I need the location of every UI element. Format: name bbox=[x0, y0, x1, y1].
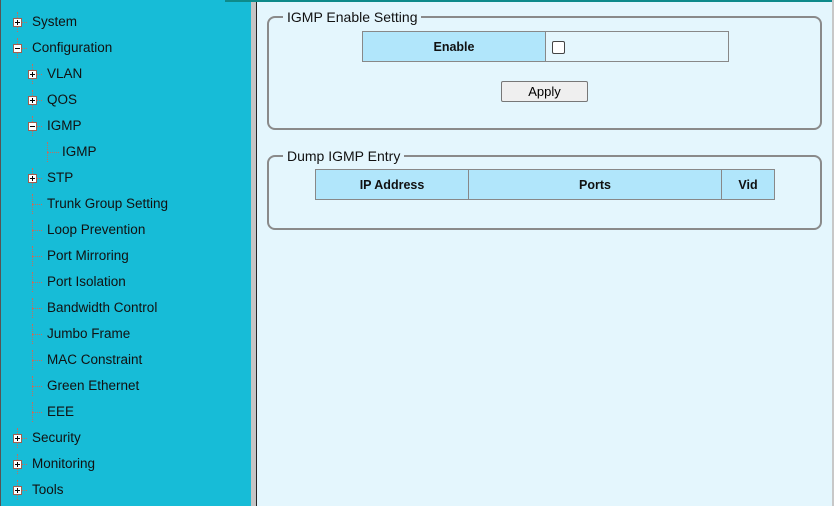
expand-icon[interactable] bbox=[13, 18, 22, 27]
enable-table: Enable bbox=[362, 31, 729, 62]
sidebar-item-label: Configuration bbox=[32, 40, 113, 55]
sidebar-item-label: Green Ethernet bbox=[47, 378, 140, 393]
sidebar-item-label: Bandwidth Control bbox=[47, 300, 158, 315]
sidebar-item-configuration[interactable]: Configuration bbox=[1, 35, 251, 61]
sidebar-item-qos[interactable]: QOS bbox=[1, 87, 251, 113]
sidebar-tree: System Configuration VLAN QOS IGMP IGMP STP Tru… bbox=[0, 0, 251, 506]
enable-label: Enable bbox=[362, 31, 546, 62]
expand-icon[interactable] bbox=[13, 460, 22, 469]
column-ports: Ports bbox=[468, 169, 722, 200]
sidebar-item-trunk-group-setting[interactable]: Trunk Group Setting bbox=[1, 191, 251, 217]
sidebar-item-monitoring[interactable]: Monitoring bbox=[1, 451, 251, 477]
tree-guide bbox=[47, 152, 59, 153]
panel-legend: IGMP Enable Setting bbox=[287, 9, 418, 25]
tree-guide bbox=[32, 412, 42, 413]
sidebar-item-vlan[interactable]: VLAN bbox=[1, 61, 251, 87]
tree-guide bbox=[32, 230, 42, 231]
sidebar-item-tools[interactable]: Tools bbox=[1, 477, 251, 503]
sidebar-item-label: Port Isolation bbox=[47, 274, 126, 289]
sidebar-item-igmp[interactable]: IGMP bbox=[1, 139, 251, 165]
sidebar-item-system[interactable]: System bbox=[1, 9, 251, 35]
sidebar-item-label: Jumbo Frame bbox=[47, 326, 131, 341]
sidebar-item-label: EEE bbox=[47, 404, 75, 419]
collapse-icon[interactable] bbox=[13, 44, 22, 53]
sidebar-item-label: MAC Constraint bbox=[47, 352, 143, 367]
sidebar-item-mac-constraint[interactable]: MAC Constraint bbox=[1, 347, 251, 373]
top-border bbox=[225, 0, 834, 2]
expand-icon[interactable] bbox=[13, 486, 22, 495]
collapse-icon[interactable] bbox=[28, 122, 37, 131]
expand-icon[interactable] bbox=[28, 174, 37, 183]
sidebar-item-label: IGMP bbox=[47, 118, 82, 133]
tree-guide bbox=[32, 334, 42, 335]
tree-guide bbox=[32, 204, 42, 205]
tree-guide bbox=[32, 256, 42, 257]
sidebar-item-bandwidth-control[interactable]: Bandwidth Control bbox=[1, 295, 251, 321]
sidebar-item-label: Security bbox=[32, 430, 81, 445]
sidebar-item-label: Loop Prevention bbox=[47, 222, 146, 237]
expand-icon[interactable] bbox=[28, 96, 37, 105]
tree-guide bbox=[32, 308, 42, 309]
sidebar-item-port-mirroring[interactable]: Port Mirroring bbox=[1, 243, 251, 269]
sidebar-item-label: STP bbox=[47, 170, 74, 185]
table-header-row: IP Address Ports Vid bbox=[315, 169, 775, 200]
sidebar-item-eee[interactable]: EEE bbox=[1, 399, 251, 425]
column-ip-address: IP Address bbox=[315, 169, 469, 200]
sidebar-item-label: Tools bbox=[32, 482, 64, 497]
tree-guide bbox=[32, 386, 42, 387]
sidebar-item-green-ethernet[interactable]: Green Ethernet bbox=[1, 373, 251, 399]
sidebar-item-igmp[interactable]: IGMP bbox=[1, 113, 251, 139]
sidebar-item-label: Port Mirroring bbox=[47, 248, 129, 263]
tree-guide bbox=[32, 282, 42, 283]
sidebar-item-stp[interactable]: STP bbox=[1, 165, 251, 191]
enable-checkbox[interactable] bbox=[552, 40, 565, 54]
igmp-entry-table: IP Address Ports Vid bbox=[315, 169, 775, 200]
sidebar-item-security[interactable]: Security bbox=[1, 425, 251, 451]
apply-button[interactable]: Apply bbox=[501, 81, 588, 102]
expand-icon[interactable] bbox=[13, 434, 22, 443]
enable-value-cell bbox=[545, 31, 729, 62]
panel-legend: Dump IGMP Entry bbox=[287, 148, 401, 164]
expand-icon[interactable] bbox=[28, 70, 37, 79]
sidebar-item-label: System bbox=[32, 14, 78, 29]
sidebar-item-loop-prevention[interactable]: Loop Prevention bbox=[1, 217, 251, 243]
tree-guide bbox=[32, 360, 42, 361]
sidebar-item-label: Monitoring bbox=[32, 456, 96, 471]
sidebar-item-label: QOS bbox=[47, 92, 78, 107]
sidebar-item-label: Trunk Group Setting bbox=[47, 196, 169, 211]
divider bbox=[256, 0, 257, 506]
sidebar-item-port-isolation[interactable]: Port Isolation bbox=[1, 269, 251, 295]
igmp-enable-setting-panel: IGMP Enable Setting bbox=[267, 9, 822, 130]
sidebar-item-jumbo-frame[interactable]: Jumbo Frame bbox=[1, 321, 251, 347]
column-vid: Vid bbox=[721, 169, 775, 200]
sidebar-item-label: VLAN bbox=[47, 66, 83, 81]
sidebar-item-label: IGMP bbox=[62, 144, 97, 159]
